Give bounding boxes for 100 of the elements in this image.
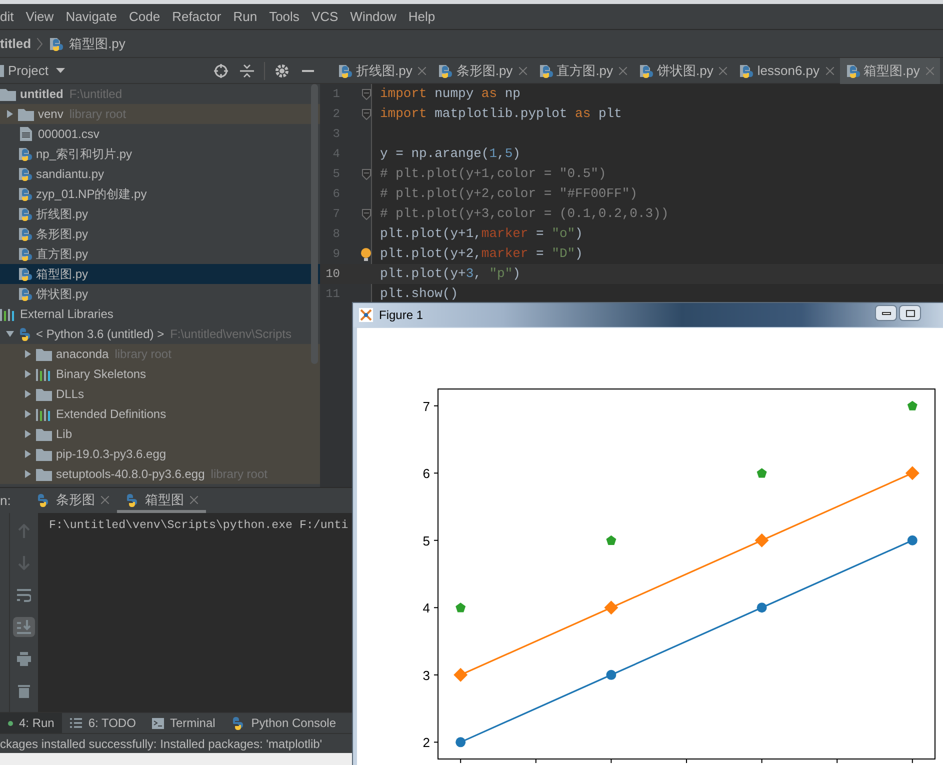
locate-icon[interactable] (214, 64, 228, 78)
tool-window-tab[interactable]: 6: TODO (62, 713, 144, 733)
soft-wrap-icon[interactable] (17, 588, 31, 602)
fold-marker-icon[interactable] (362, 88, 371, 100)
list-icon (70, 718, 82, 728)
expand-arrow-icon[interactable] (24, 390, 32, 398)
tree-item[interactable]: 直方图.py (0, 244, 320, 264)
close-icon[interactable] (190, 496, 198, 504)
tree-label: External Libraries (20, 306, 114, 323)
expand-arrow-icon[interactable] (24, 370, 32, 378)
tree-label: Extended Definitions (56, 406, 166, 423)
scroll-to-end-icon[interactable] (17, 620, 31, 634)
close-icon[interactable] (719, 66, 728, 74)
panel-title[interactable]: Project (8, 60, 48, 80)
expand-arrow-icon[interactable] (6, 110, 14, 118)
y-tick: 3 (422, 668, 438, 683)
menu-item[interactable]: View (20, 6, 60, 26)
expand-arrow-icon[interactable] (24, 410, 32, 418)
close-icon[interactable] (826, 66, 834, 74)
folder-icon (36, 428, 52, 440)
fold-marker-icon[interactable] (362, 168, 371, 180)
minimize-button[interactable] (875, 305, 897, 321)
tree-label: DLLs (56, 386, 84, 403)
breadcrumb-file[interactable]: 箱型图.py (69, 34, 126, 54)
tree-label: 折线图.py (36, 206, 88, 223)
close-icon[interactable] (619, 66, 628, 74)
expand-arrow-icon[interactable] (24, 450, 32, 458)
tree-label: zyp_01.NP的创建.py (36, 186, 147, 203)
expand-arrow-icon[interactable] (24, 350, 32, 358)
editor-tab[interactable]: 箱型图.py (840, 58, 940, 84)
tree-item[interactable]: Lib (0, 424, 320, 444)
settings-icon[interactable] (275, 64, 289, 78)
dropdown-caret-icon[interactable] (56, 68, 66, 73)
expand-arrow-icon[interactable] (24, 430, 32, 438)
folder-icon (36, 468, 52, 480)
trash-icon[interactable] (18, 684, 30, 698)
tree-item[interactable]: zyp_01.NP的创建.py (0, 184, 320, 204)
menu-item[interactable]: Code (123, 6, 166, 26)
menu-item[interactable]: Window (344, 6, 402, 26)
python-file-icon (49, 36, 64, 50)
console-output: F:\untitled\venv\Scripts\python.exe F:/unti (49, 518, 348, 533)
tree-label: 000001.csv (38, 126, 100, 143)
tool-window-tab[interactable]: 4: Run (0, 713, 62, 733)
lightbulb-icon[interactable] (361, 248, 371, 260)
collapse-all-icon[interactable] (240, 64, 254, 78)
tool-window-tab[interactable]: Python Console (223, 713, 344, 733)
folder-icon (0, 88, 16, 100)
terminal-icon (152, 718, 164, 728)
tree-item[interactable]: np_索引和切片.py (0, 144, 320, 164)
tree-item[interactable]: Extended Definitions (0, 404, 320, 424)
tree-item[interactable]: 折线图.py (0, 204, 320, 224)
y-tick-label: 3 (422, 668, 430, 683)
close-icon[interactable] (926, 67, 934, 75)
tool-window-tab[interactable]: Terminal (144, 713, 224, 733)
y-tick: 2 (422, 735, 438, 750)
tree-item[interactable]: 000001.csv (0, 124, 320, 144)
close-icon[interactable] (518, 66, 527, 74)
menu-item[interactable]: Run (227, 6, 264, 26)
fold-marker-icon[interactable] (362, 208, 371, 220)
project-icon (0, 64, 4, 76)
tree-item[interactable]: sandiantu.py (0, 164, 320, 184)
tree-item[interactable]: DLLs (0, 384, 320, 404)
y-tick: 4 (422, 600, 438, 616)
python-file-icon (18, 287, 32, 301)
minimize-icon[interactable] (302, 70, 314, 72)
menu-item[interactable]: Navigate (60, 6, 123, 26)
python-file-icon (18, 247, 32, 261)
code-line: plt.plot(y+3, "p") (380, 265, 520, 284)
tree-item[interactable]: 箱型图.py (0, 264, 320, 284)
tree-item[interactable]: 条形图.py (0, 224, 320, 244)
menu-item[interactable]: Refactor (166, 6, 228, 26)
close-icon[interactable] (101, 496, 109, 504)
run-tab[interactable]: 条形图 (28, 489, 117, 513)
tree-item[interactable]: 饼状图.py (0, 284, 320, 304)
expand-arrow-icon[interactable] (24, 470, 32, 478)
fold-marker-icon[interactable] (362, 108, 371, 120)
breadcrumb-project[interactable]: titled (0, 34, 32, 54)
menu-item[interactable]: dit (0, 6, 20, 26)
menu-item[interactable]: Tools (263, 6, 306, 26)
text-file-icon (20, 127, 32, 141)
x-tick (535, 758, 536, 764)
library-icon (36, 408, 52, 420)
menu-item[interactable]: VCS (305, 6, 344, 26)
printer-icon[interactable] (17, 652, 31, 666)
y-tick-label: 2 (422, 735, 430, 750)
tree-item[interactable]: Binary Skeletons (0, 364, 320, 384)
close-icon[interactable] (418, 66, 426, 74)
menu-item[interactable]: Help (402, 6, 442, 26)
tree-label: sandiantu.py (36, 166, 104, 183)
python-file-icon (846, 64, 860, 78)
maximize-button[interactable] (899, 305, 921, 321)
collapse-arrow-icon[interactable] (6, 330, 14, 338)
x-tick (912, 758, 913, 764)
scrollbar-thumb[interactable] (311, 84, 318, 364)
run-panel-label: n: (0, 492, 12, 510)
code-line: plt.plot(y+1,marker = "o") (380, 225, 583, 244)
tree-item[interactable]: pip-19.0.3-py3.6.egg (0, 444, 320, 464)
python-file-icon (538, 64, 553, 78)
tree-item[interactable]: External Libraries (0, 304, 320, 324)
library-icon (36, 368, 52, 380)
